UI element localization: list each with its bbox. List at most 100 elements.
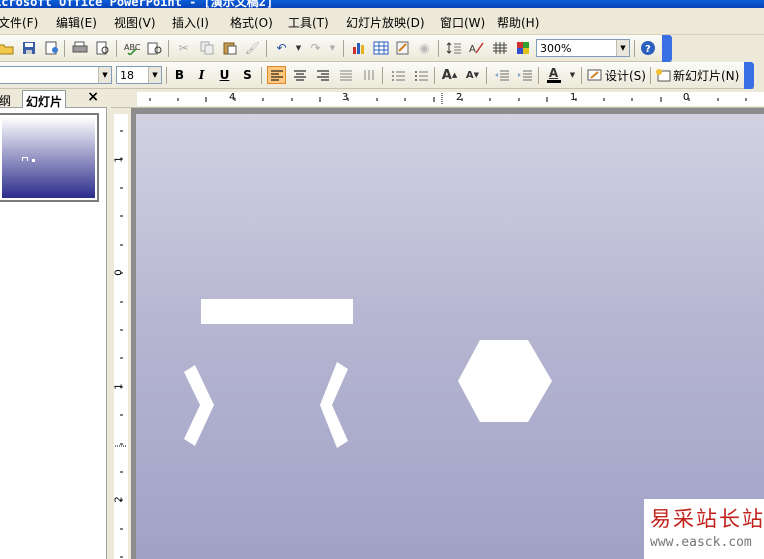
color-grayscale-icon[interactable] <box>513 39 532 57</box>
toolbar-options-icon[interactable] <box>662 35 672 62</box>
close-icon[interactable]: × <box>87 89 99 105</box>
cut-icon[interactable]: ✂ <box>174 39 193 57</box>
tab-slides[interactable]: 幻灯片 <box>22 90 67 109</box>
window-title: icrosoft Office PowerPoint - [演示文稿2] <box>0 0 274 8</box>
horizontal-ruler: 4 3 2 1 0 <box>111 89 764 108</box>
numbering-icon[interactable] <box>388 66 407 84</box>
menu-file[interactable]: 文件(F) <box>0 14 38 31</box>
save-icon[interactable] <box>19 39 38 57</box>
menu-view[interactable]: 视图(V) <box>114 14 156 31</box>
shadow-button[interactable]: S <box>239 66 256 84</box>
chevron-right-shape[interactable] <box>184 365 214 446</box>
toolbar-separator <box>538 67 539 84</box>
zoom-select[interactable]: 300% ▼ <box>536 39 630 57</box>
toolbar-separator <box>64 40 65 57</box>
bold-button[interactable]: B <box>171 66 188 84</box>
copy-icon[interactable] <box>197 39 216 57</box>
ruler-number: 2 <box>113 496 125 503</box>
chevron-left-shape[interactable] <box>320 362 348 448</box>
paste-icon[interactable] <box>220 39 239 57</box>
thumbnail-shapes <box>22 157 35 162</box>
slide-editing-area[interactable] <box>131 108 764 559</box>
toolbar-separator <box>166 67 167 84</box>
expand-all-icon[interactable] <box>444 39 463 57</box>
menu-tools[interactable]: 工具(T) <box>288 14 329 31</box>
chevron-down-icon[interactable]: ▼ <box>98 67 111 83</box>
slide-thumbnail[interactable] <box>0 113 99 202</box>
font-size-select[interactable]: 18 ▼ <box>116 66 162 84</box>
toolbar-separator <box>486 67 487 84</box>
new-slide-button[interactable]: 新幻灯片(N) <box>673 67 739 84</box>
spelling-icon[interactable]: ABC <box>122 39 141 57</box>
powerpoint-window: icrosoft Office PowerPoint - [演示文稿2] 文件(… <box>0 0 764 559</box>
watermark-url: www.easck.com <box>650 535 752 550</box>
tab-outline[interactable]: 纲 <box>0 90 14 108</box>
slide-shapes <box>184 299 552 448</box>
design-icon[interactable] <box>585 66 604 84</box>
font-size-value: 18 <box>120 69 134 82</box>
toolbar-separator <box>266 40 267 57</box>
toolbar-options-icon[interactable] <box>744 62 754 89</box>
decrease-font-icon[interactable]: A ▼ <box>463 66 482 84</box>
text-direction-icon[interactable] <box>359 66 378 84</box>
menu-window[interactable]: 窗口(W) <box>440 14 485 31</box>
font-color-icon[interactable]: A <box>544 66 563 84</box>
print-preview-icon[interactable] <box>93 39 112 57</box>
show-grid-icon[interactable] <box>490 39 509 57</box>
menu-edit[interactable]: 编辑(E) <box>56 14 97 31</box>
toolbar-separator <box>261 67 262 84</box>
title-bar: icrosoft Office PowerPoint - [演示文稿2] <box>0 0 764 8</box>
toolbar-separator <box>382 67 383 84</box>
menu-bar: 文件(F) 编辑(E) 视图(V) 插入(I) 格式(O) 工具(T) 幻灯片放… <box>0 8 764 35</box>
research-icon[interactable] <box>145 39 164 57</box>
hexagon-shape[interactable] <box>458 340 552 422</box>
insert-chart-icon[interactable] <box>349 39 368 57</box>
rectangle-shape[interactable] <box>201 299 353 324</box>
justify-icon[interactable] <box>336 66 355 84</box>
toolbar-separator <box>581 67 582 84</box>
format-painter-icon[interactable]: 🖌 <box>243 39 262 57</box>
decrease-indent-icon[interactable] <box>492 66 511 84</box>
ruler-number: 2 <box>456 92 463 103</box>
open-icon[interactable] <box>0 39 15 57</box>
insert-table-icon[interactable] <box>371 39 390 57</box>
font-name-select[interactable]: ▼ <box>0 66 112 84</box>
underline-button[interactable]: U <box>216 66 233 84</box>
chevron-down-icon[interactable]: ▼ <box>616 40 629 56</box>
menu-insert[interactable]: 插入(I) <box>172 14 209 31</box>
print-icon[interactable] <box>70 39 89 57</box>
toolbar-separator <box>168 40 169 57</box>
toolbar-separator <box>438 40 439 57</box>
slide-canvas[interactable] <box>136 114 764 559</box>
ruler-number: 3 <box>342 92 349 103</box>
help-icon[interactable]: ? <box>638 39 657 57</box>
permission-icon[interactable] <box>42 39 61 57</box>
redo-dropdown-icon[interactable]: ▼ <box>323 39 342 57</box>
thumbnail-preview <box>2 117 95 198</box>
bullets-icon[interactable] <box>411 66 430 84</box>
ruler-number: 0 <box>113 269 125 276</box>
chevron-down-icon[interactable]: ▼ <box>148 67 161 83</box>
show-formatting-icon[interactable]: A <box>467 39 486 57</box>
ruler-number: 1 <box>570 92 577 103</box>
font-color-dropdown-icon[interactable]: ▼ <box>563 66 582 84</box>
design-button[interactable]: 设计(S) <box>605 67 646 84</box>
increase-indent-icon[interactable] <box>515 66 534 84</box>
italic-button[interactable]: I <box>193 66 210 84</box>
new-slide-icon[interactable] <box>653 66 672 84</box>
align-left-icon[interactable] <box>267 66 286 84</box>
tables-borders-icon[interactable] <box>393 39 412 57</box>
toolbar-separator <box>434 67 435 84</box>
ruler-number: 0 <box>683 92 690 103</box>
menu-help[interactable]: 帮助(H) <box>497 14 539 31</box>
insert-picture-icon[interactable]: ◉ <box>415 39 434 57</box>
svg-text:?: ? <box>645 44 651 55</box>
menu-slideshow[interactable]: 幻灯片放映(D) <box>346 14 425 31</box>
toolbar-separator <box>650 67 651 84</box>
toolbar-separator <box>116 40 117 57</box>
align-right-icon[interactable] <box>313 66 332 84</box>
align-center-icon[interactable] <box>290 66 309 84</box>
menu-format[interactable]: 格式(O) <box>230 14 273 31</box>
ruler-number: 1 <box>113 156 125 163</box>
increase-font-icon[interactable]: A ▲ <box>440 66 459 84</box>
